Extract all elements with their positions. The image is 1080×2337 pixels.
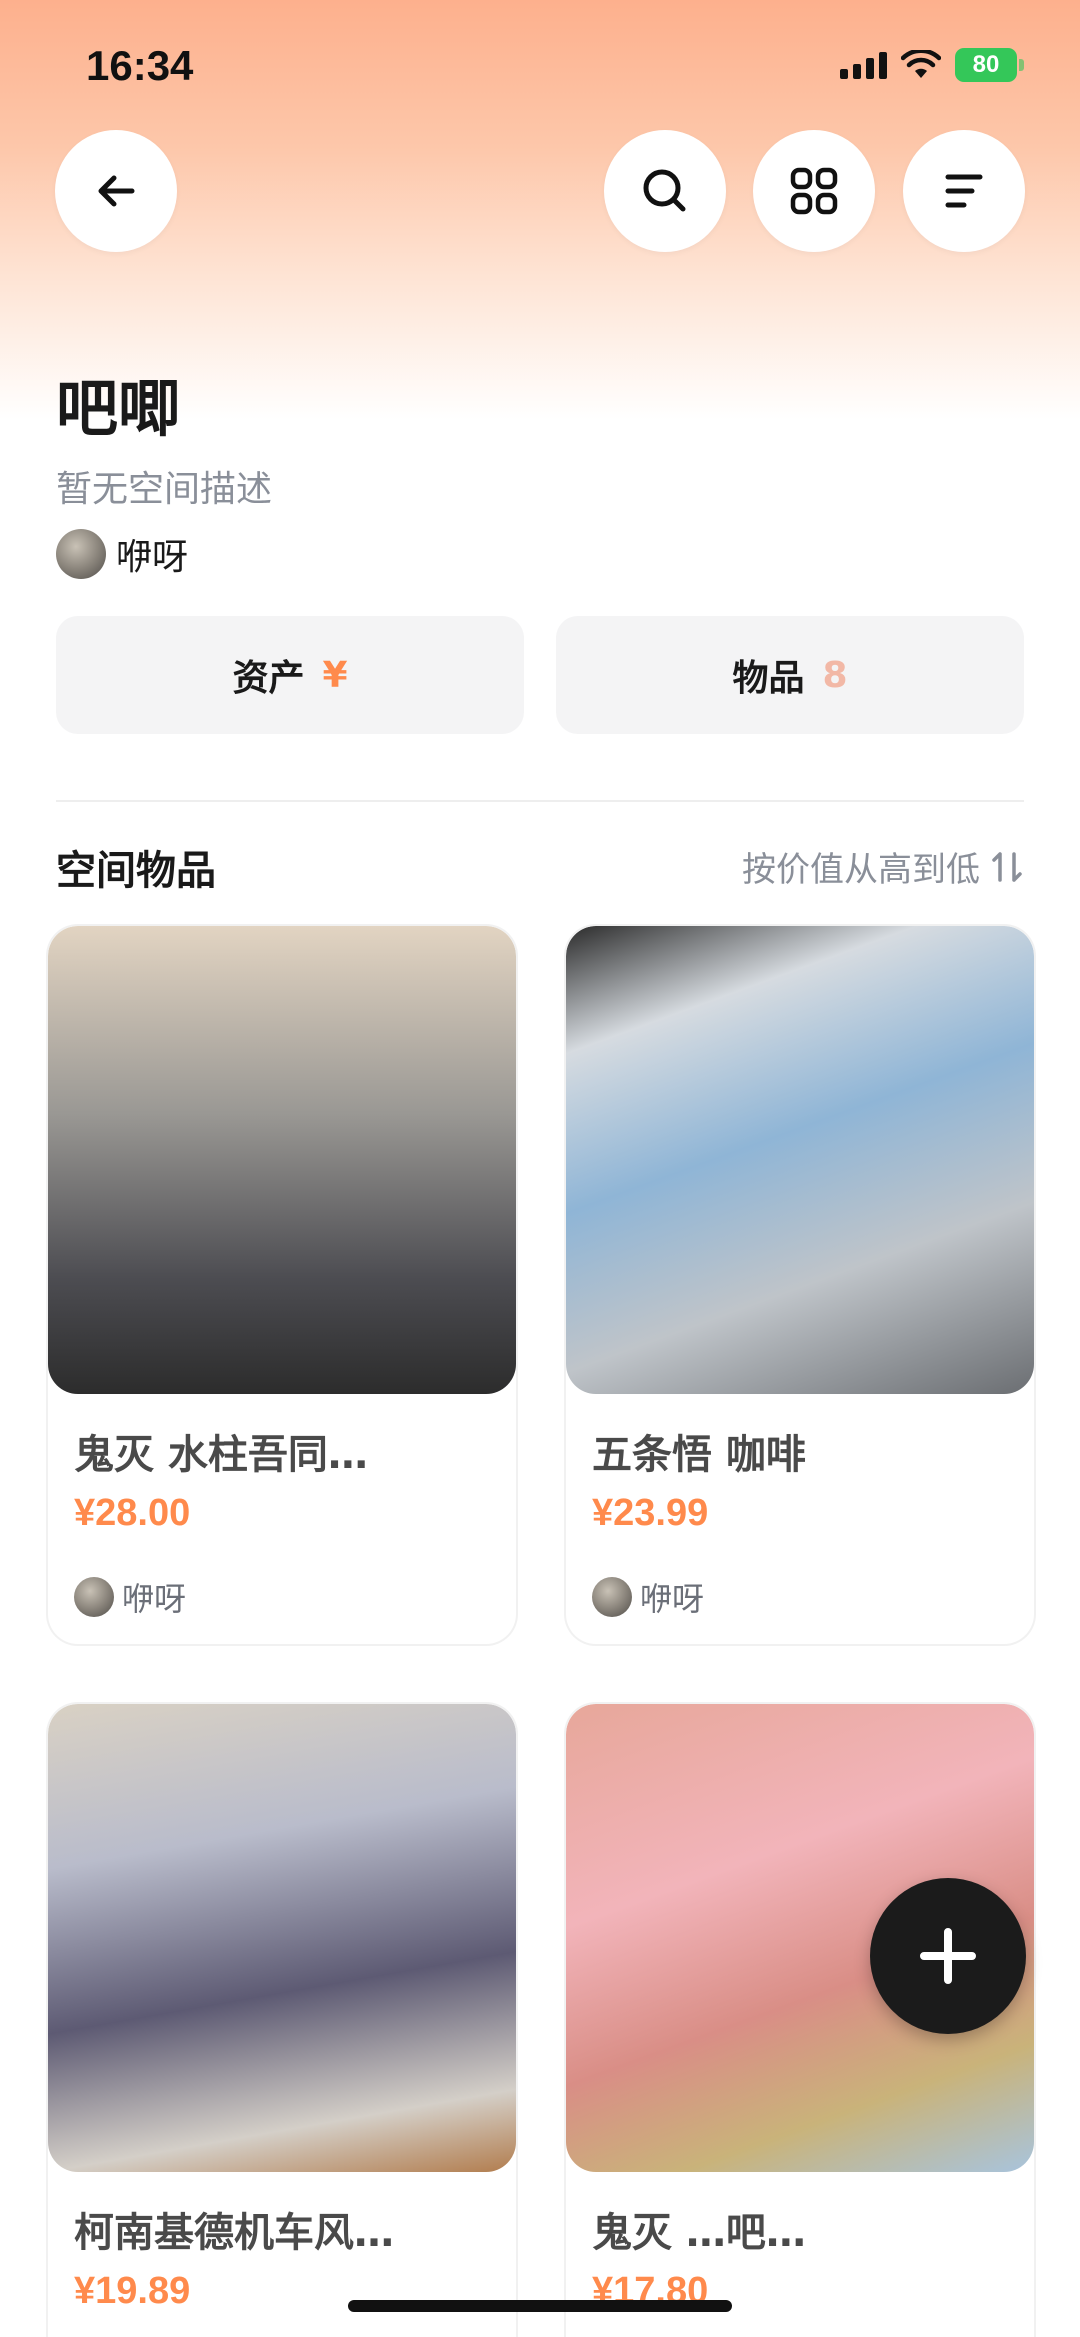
item-card[interactable]: 鬼灭 水柱吾同… ¥28.00 咿呀	[48, 926, 516, 1644]
section-title: 空间物品	[56, 848, 216, 894]
item-image	[566, 926, 1034, 1394]
items-label: 物品	[732, 658, 805, 699]
item-price: ¥23.99	[592, 1492, 709, 1534]
item-owner: 咿呀	[74, 1574, 186, 1620]
items-value: 8	[822, 654, 848, 696]
menu-button[interactable]	[903, 130, 1025, 252]
item-name: 柯南基德机车风…	[74, 2210, 394, 2256]
assets-stat-card[interactable]: 资产 ¥	[56, 616, 524, 734]
sort-label: 按价值从高到低	[742, 850, 980, 890]
battery-icon: 80	[955, 48, 1024, 82]
status-bar: 16:34 80	[0, 0, 1080, 130]
arrow-left-icon	[98, 175, 135, 207]
menu-icon	[945, 174, 983, 208]
item-owner-name: 咿呀	[122, 1580, 187, 1618]
home-indicator	[348, 2300, 732, 2312]
battery-level: 80	[955, 48, 1017, 82]
back-button[interactable]	[55, 130, 177, 252]
add-item-button[interactable]	[870, 1878, 1026, 2034]
status-icons: 80	[840, 48, 1024, 82]
item-price: ¥19.89	[74, 2270, 191, 2312]
divider	[56, 800, 1024, 802]
wifi-icon	[901, 50, 941, 78]
space-owner[interactable]: 咿呀	[56, 528, 188, 580]
item-card[interactable]: 五条悟 咖啡 ¥23.99 咿呀	[566, 926, 1034, 1644]
item-owner-name: 咿呀	[640, 1580, 705, 1618]
item-name: 鬼灭 …吧…	[592, 2210, 806, 2256]
sort-icon	[992, 851, 1022, 882]
item-image	[48, 926, 516, 1394]
item-name: 鬼灭 水柱吾同…	[74, 1432, 368, 1478]
items-stat-card[interactable]: 物品 8	[556, 616, 1024, 734]
item-card[interactable]: 柯南基德机车风… ¥19.89	[48, 1704, 516, 2337]
space-title: 吧唧	[56, 372, 181, 445]
owner-name: 咿呀	[116, 537, 189, 578]
owner-avatar	[56, 529, 106, 579]
search-icon	[643, 169, 686, 212]
item-price: ¥28.00	[74, 1492, 191, 1534]
status-time: 16:34	[86, 42, 194, 89]
item-owner: 咿呀	[592, 1574, 704, 1620]
sort-control[interactable]: 按价值从高到低	[742, 842, 1024, 891]
grid-icon	[790, 167, 838, 215]
assets-label: 资产	[232, 658, 305, 699]
item-name: 五条悟 咖啡	[592, 1432, 806, 1478]
search-button[interactable]	[604, 130, 726, 252]
space-description: 暂无空间描述	[56, 469, 273, 510]
owner-avatar	[592, 1577, 632, 1617]
grid-view-button[interactable]	[753, 130, 875, 252]
item-image	[48, 1704, 516, 2172]
plus-icon	[920, 1928, 976, 1984]
assets-value: ¥	[322, 654, 348, 696]
cellular-signal-icon	[840, 51, 887, 79]
owner-avatar	[74, 1577, 114, 1617]
